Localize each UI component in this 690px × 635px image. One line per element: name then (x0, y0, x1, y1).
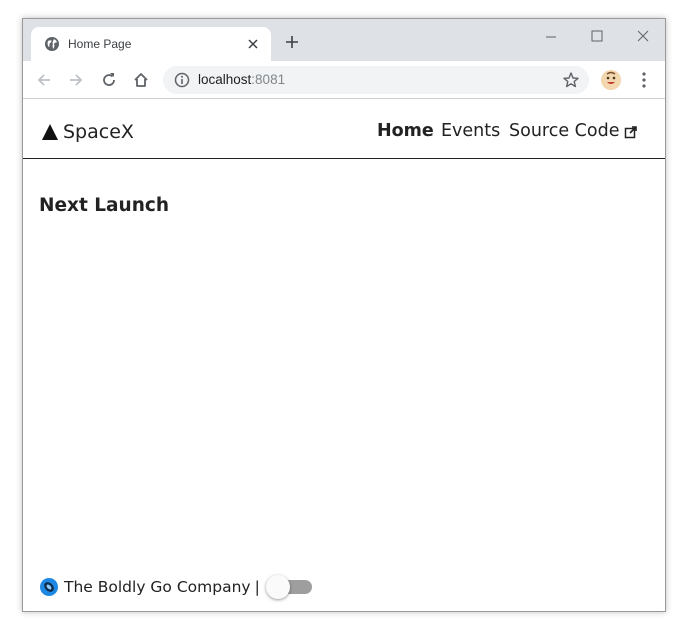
browser-window: Home Page localhost:8081 SpaceX Home Eve… (22, 18, 666, 612)
star-icon[interactable] (562, 71, 580, 89)
nav-link-source-code[interactable]: Source Code (509, 121, 638, 141)
footer-separator: | (254, 578, 260, 596)
brand-link[interactable]: SpaceX (41, 121, 134, 143)
tab-title: Home Page (68, 37, 132, 51)
url-port: :8081 (251, 72, 286, 87)
maximize-icon[interactable] (587, 27, 607, 45)
extension-avatar-icon[interactable] (601, 70, 621, 90)
rocket-triangle-icon (42, 124, 58, 140)
info-icon[interactable] (174, 72, 190, 88)
address-bar[interactable]: localhost:8081 (163, 66, 589, 94)
brand-name: SpaceX (63, 121, 134, 143)
forward-icon[interactable] (67, 71, 85, 89)
tab-home-page[interactable]: Home Page (31, 27, 271, 61)
reload-icon[interactable] (100, 71, 118, 89)
toggle-knob (265, 575, 290, 599)
url-host: localhost (198, 72, 252, 87)
new-tab-icon[interactable] (283, 33, 301, 51)
page-heading: Next Launch (39, 195, 169, 216)
company-logo-icon (40, 578, 58, 596)
minimize-icon[interactable] (541, 29, 561, 45)
external-link-icon (625, 126, 638, 139)
site-footer: The Boldly Go Company | (39, 575, 314, 599)
window-close-icon[interactable] (633, 27, 653, 45)
browser-toolbar: localhost:8081 (23, 61, 665, 99)
page-content: SpaceX Home Events Source Code Next Laun… (23, 99, 665, 611)
footer-company-name: The Boldly Go Company (64, 578, 251, 596)
nav-link-events[interactable]: Events (441, 121, 500, 141)
theme-toggle[interactable] (265, 575, 314, 599)
url-text: localhost:8081 (198, 72, 285, 88)
home-icon[interactable] (132, 71, 150, 89)
tab-strip: Home Page (23, 19, 665, 61)
nav-link-source-code-label: Source Code (509, 121, 620, 141)
back-icon[interactable] (35, 71, 53, 89)
nav-link-home[interactable]: Home (377, 121, 434, 141)
menu-icon[interactable] (637, 71, 651, 89)
site-navbar: SpaceX Home Events Source Code (23, 99, 665, 159)
globe-icon (45, 37, 59, 51)
close-icon[interactable] (245, 36, 261, 52)
